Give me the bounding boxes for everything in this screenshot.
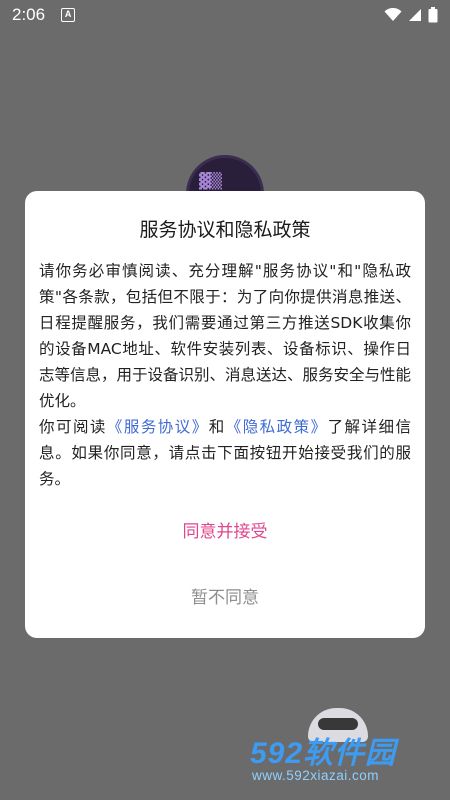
- accept-button[interactable]: 同意并接受: [25, 517, 425, 547]
- status-icons: [384, 7, 438, 23]
- notification-a-icon: A: [61, 8, 76, 22]
- decline-button[interactable]: 暂不同意: [25, 583, 425, 613]
- links-prefix: 你可阅读: [39, 418, 107, 436]
- watermark-url: www.592xiazai.com: [252, 768, 380, 783]
- privacy-policy-link[interactable]: 《隐私政策》: [226, 418, 328, 436]
- dialog-body: 请你务必审慎阅读、充分理解"服务协议"和"隐私政策"各条款，包括但不限于：为了向…: [39, 258, 411, 492]
- app-logo-mark: ▓▒: [199, 172, 223, 190]
- agreement-dialog: 服务协议和隐私政策 请你务必审慎阅读、充分理解"服务协议"和"隐私政策"各条款，…: [25, 191, 425, 638]
- watermark-title: 592软件园: [250, 737, 397, 770]
- dialog-title: 服务协议和隐私政策: [139, 219, 311, 241]
- wifi-icon: [384, 8, 402, 21]
- links-and: 和: [208, 418, 226, 436]
- status-bar: 2:06 A: [0, 0, 450, 30]
- service-agreement-link[interactable]: 《服务协议》: [107, 418, 209, 436]
- agreement-links-paragraph: 你可阅读《服务协议》和《隐私政策》了解详细信息。如果你同意，请点击下面按钮开始接…: [39, 414, 411, 492]
- status-time: 2:06: [12, 5, 46, 24]
- battery-icon: [428, 7, 438, 23]
- watermark: 592软件园 www.592xiazai.com: [250, 728, 445, 790]
- agreement-paragraph: 请你务必审慎阅读、充分理解"服务协议"和"隐私政策"各条款，包括但不限于：为了向…: [39, 262, 412, 410]
- signal-icon: [409, 9, 421, 21]
